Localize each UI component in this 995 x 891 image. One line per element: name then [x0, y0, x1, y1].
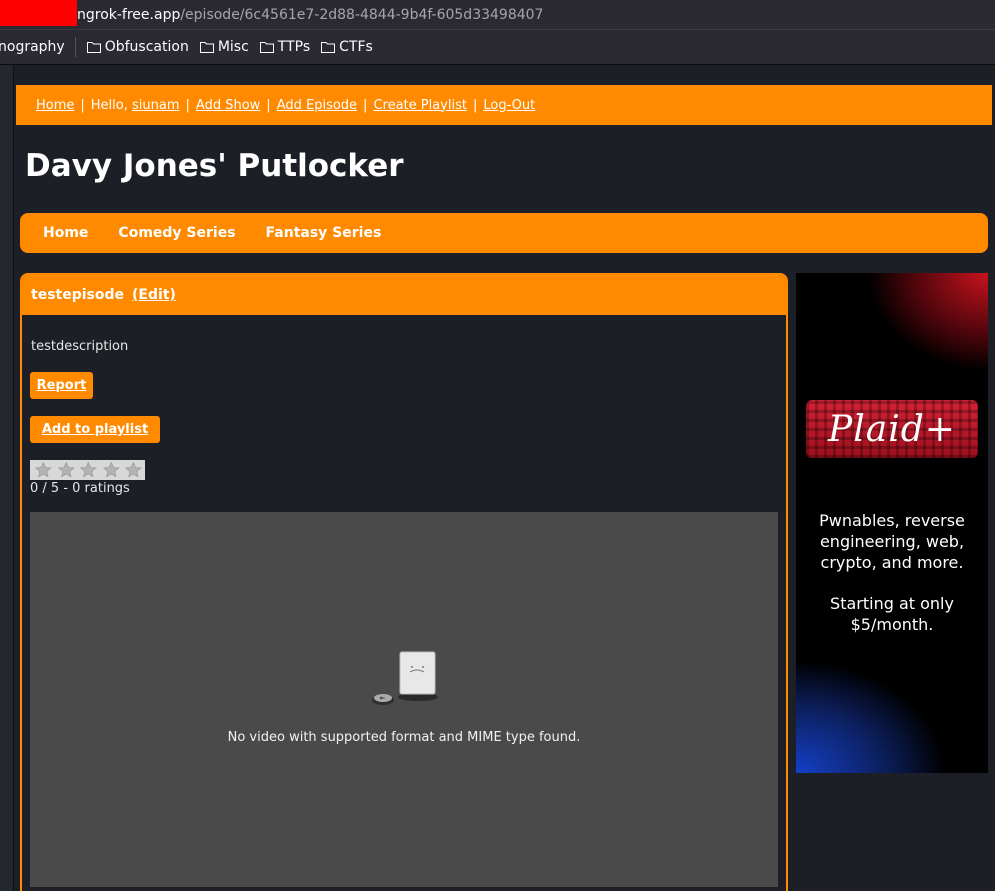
ad-price: Starting at only $5/month.: [830, 594, 954, 634]
separator: |: [80, 97, 85, 113]
plaid-plus-logo: Plaid+: [806, 400, 978, 458]
url-path: /episode/6c4561e7-2d88-4844-9b4f-605d334…: [180, 6, 544, 23]
browser-url-bar[interactable]: ngrok-free.app/episode/6c4561e7-2d88-484…: [0, 0, 995, 29]
video-error-message: No video with supported format and MIME …: [227, 730, 581, 745]
user-top-bar: Home | Hello, siunam | Add Show | Add Ep…: [16, 85, 992, 125]
main-nav: Home Comedy Series Fantasy Series: [20, 213, 988, 253]
page-side-strip: [0, 65, 14, 891]
site-title: Davy Jones' Putlocker: [25, 148, 404, 184]
nav-home[interactable]: Home: [43, 225, 88, 241]
home-link[interactable]: Home: [36, 98, 74, 113]
bookmark-label: CTFs: [339, 39, 373, 55]
folder-icon: [199, 42, 214, 53]
bookmarks-bar: nography Obfuscation Misc TTPs CTFs: [0, 29, 995, 65]
report-button[interactable]: Report: [30, 372, 93, 399]
bookmark-label: TTPs: [277, 39, 311, 55]
rating-summary: 0 / 5 - 0 ratings: [30, 481, 130, 496]
episode-title: testepisode: [31, 287, 124, 303]
url-host: ngrok-free.app: [77, 6, 181, 23]
star-icon[interactable]: [55, 461, 78, 479]
folder-icon: [321, 42, 336, 53]
bookmark-label: Misc: [217, 39, 249, 55]
episode-description: testdescription: [31, 339, 129, 354]
nav-comedy-series[interactable]: Comedy Series: [118, 225, 235, 241]
separator: |: [363, 97, 368, 113]
hello-text: Hello,: [90, 97, 128, 113]
ad-tagline: Pwnables, reverse engineering, web, cryp…: [819, 511, 965, 572]
bookmark-folder-misc[interactable]: Misc: [199, 39, 249, 55]
broken-video-icon: [372, 651, 438, 705]
star-icon[interactable]: [32, 461, 55, 479]
star-rating[interactable]: [30, 460, 145, 480]
bookmark-folder-obfuscation[interactable]: Obfuscation: [86, 39, 189, 55]
star-icon[interactable]: [100, 461, 123, 479]
separator: |: [472, 97, 478, 113]
redacted-url-prefix: [0, 0, 77, 26]
star-icon[interactable]: [77, 461, 100, 479]
advertisement-banner[interactable]: Plaid+ Pwnables, reverse engineering, we…: [796, 273, 988, 773]
folder-icon: [86, 42, 101, 53]
add-show-link[interactable]: Add Show: [196, 98, 260, 113]
bookmark-folder-ctfs[interactable]: CTFs: [321, 39, 373, 55]
bookmark-item[interactable]: nography: [0, 39, 65, 55]
separator: |: [185, 97, 190, 113]
nav-fantasy-series[interactable]: Fantasy Series: [266, 225, 382, 241]
logout-link[interactable]: Log-Out: [483, 98, 535, 113]
edit-episode-link[interactable]: (Edit): [132, 287, 176, 303]
add-episode-link[interactable]: Add Episode: [277, 98, 357, 113]
video-player[interactable]: No video with supported format and MIME …: [30, 512, 778, 887]
episode-panel: testepisode (Edit) testdescription Repor…: [20, 273, 788, 891]
username-link[interactable]: siunam: [132, 98, 180, 113]
star-icon[interactable]: [122, 461, 145, 479]
create-playlist-link[interactable]: Create Playlist: [373, 98, 467, 113]
bookmarks-separator: [74, 37, 76, 57]
separator: |: [266, 97, 271, 113]
bookmark-folder-ttps[interactable]: TTPs: [259, 39, 311, 55]
episode-header: testepisode (Edit): [22, 275, 786, 315]
add-to-playlist-button[interactable]: Add to playlist: [30, 416, 160, 443]
folder-icon: [259, 42, 274, 53]
bookmark-label: Obfuscation: [104, 39, 189, 55]
